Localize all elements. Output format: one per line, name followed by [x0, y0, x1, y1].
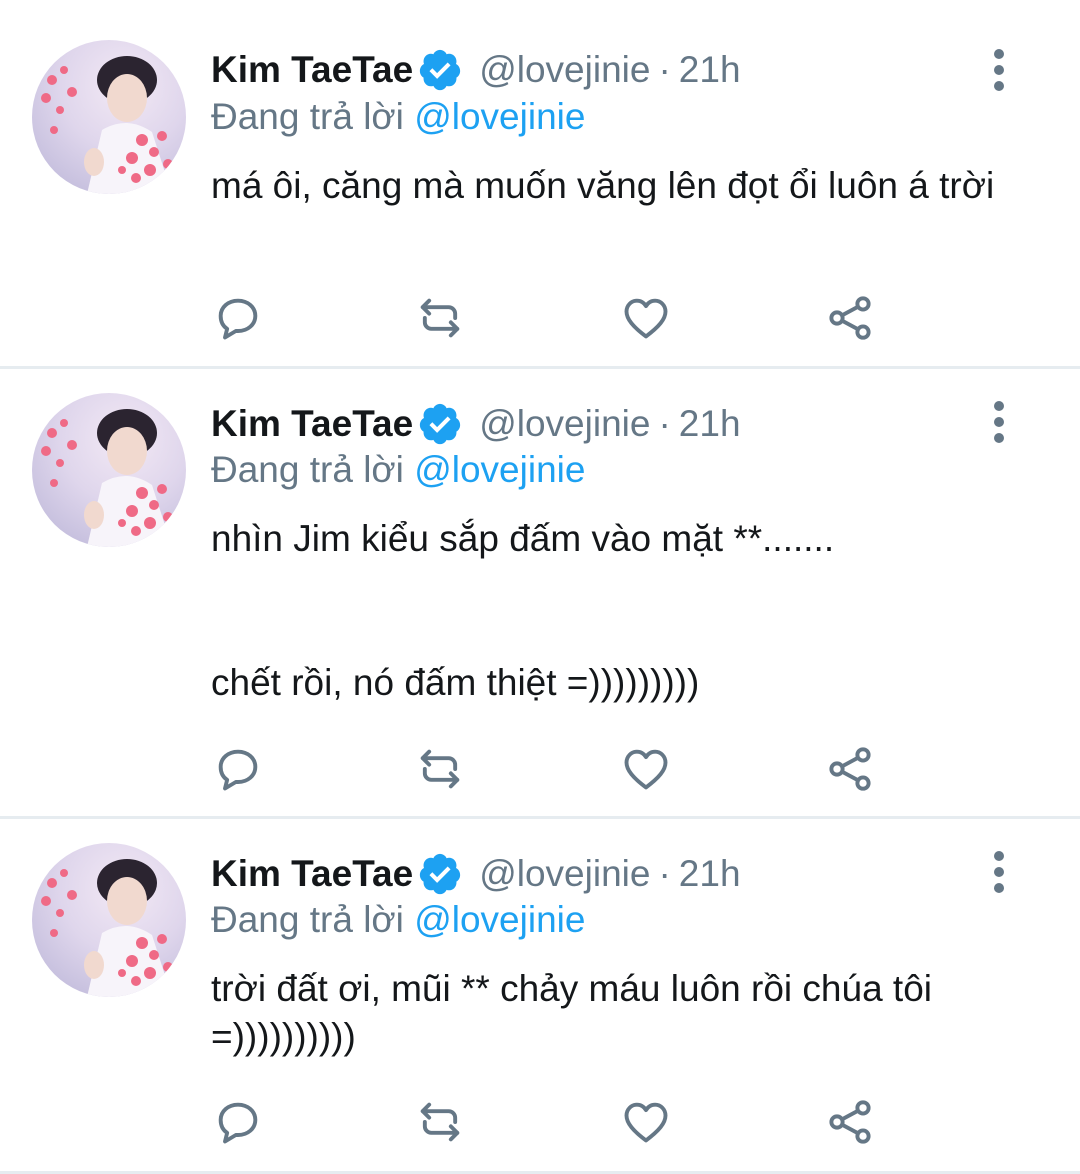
separator-dot: · — [658, 853, 671, 894]
tweet-header: Kim TaeTae @lovejinie · 21h — [211, 44, 741, 96]
retweet-icon[interactable] — [414, 292, 466, 344]
tweet-header: Kim TaeTae @lovejinie · 21h — [211, 848, 741, 900]
replying-to-handle[interactable]: @lovejinie — [414, 899, 585, 940]
author-name[interactable]: Kim TaeTae — [211, 403, 413, 445]
retweet-icon[interactable] — [414, 743, 466, 795]
verified-badge-icon — [420, 403, 461, 445]
replying-to-label: Đang trả lời — [211, 96, 404, 137]
share-icon[interactable] — [824, 1096, 876, 1148]
replying-to: Đang trả lời @lovejinie — [211, 899, 585, 947]
timestamp[interactable]: 21h — [679, 403, 741, 445]
reply-icon[interactable] — [212, 292, 264, 344]
timestamp[interactable]: 21h — [679, 49, 741, 91]
author-name[interactable]: Kim TaeTae — [211, 49, 413, 91]
tweet-header: Kim TaeTae @lovejinie · 21h — [211, 398, 741, 450]
author-name[interactable]: Kim TaeTae — [211, 853, 413, 895]
tweet-text-line-1: nhìn Jim kiểu sắp đấm vào mặt **....... — [211, 518, 835, 559]
more-options-icon[interactable] — [984, 46, 1014, 94]
author-handle[interactable]: @lovejinie — [479, 403, 650, 445]
replying-to-label: Đang trả lời — [211, 449, 404, 490]
replying-to: Đang trả lời @lovejinie — [211, 96, 585, 144]
avatar[interactable] — [32, 843, 186, 997]
reply-icon[interactable] — [212, 743, 264, 795]
tweet-2[interactable]: Kim TaeTae @lovejinie · 21h Đang trả lời… — [0, 369, 1080, 816]
author-handle[interactable]: @lovejinie — [479, 49, 650, 91]
like-icon[interactable] — [620, 743, 672, 795]
more-options-icon[interactable] — [984, 848, 1014, 896]
tweet-text: trời đất ơi, mũi ** chảy máu luôn rồi ch… — [211, 968, 933, 1057]
tweet-1[interactable]: Kim TaeTae @lovejinie · 21h Đang trả lời… — [0, 0, 1080, 367]
retweet-icon[interactable] — [414, 1096, 466, 1148]
avatar[interactable] — [32, 393, 186, 547]
separator-dot: · — [658, 403, 671, 444]
reply-icon[interactable] — [212, 1096, 264, 1148]
timestamp[interactable]: 21h — [679, 853, 741, 895]
like-icon[interactable] — [620, 292, 672, 344]
tweet-3[interactable]: Kim TaeTae @lovejinie · 21h Đang trả lời… — [0, 819, 1080, 1171]
replying-to-label: Đang trả lời — [211, 899, 404, 940]
verified-badge-icon — [420, 853, 461, 895]
more-options-icon[interactable] — [984, 398, 1014, 446]
replying-to-handle[interactable]: @lovejinie — [414, 449, 585, 490]
replying-to-handle[interactable]: @lovejinie — [414, 96, 585, 137]
share-icon[interactable] — [824, 292, 876, 344]
avatar[interactable] — [32, 40, 186, 194]
tweet-text-line-2: chết rồi, nó đấm thiệt =))))))))) — [211, 662, 700, 703]
tweet-text: má ôi, căng mà muốn văng lên đọt ổi luôn… — [211, 165, 995, 206]
verified-badge-icon — [420, 49, 461, 91]
separator-dot: · — [658, 49, 671, 90]
like-icon[interactable] — [620, 1096, 672, 1148]
replying-to: Đang trả lời @lovejinie — [211, 449, 585, 497]
author-handle[interactable]: @lovejinie — [479, 853, 650, 895]
share-icon[interactable] — [824, 743, 876, 795]
